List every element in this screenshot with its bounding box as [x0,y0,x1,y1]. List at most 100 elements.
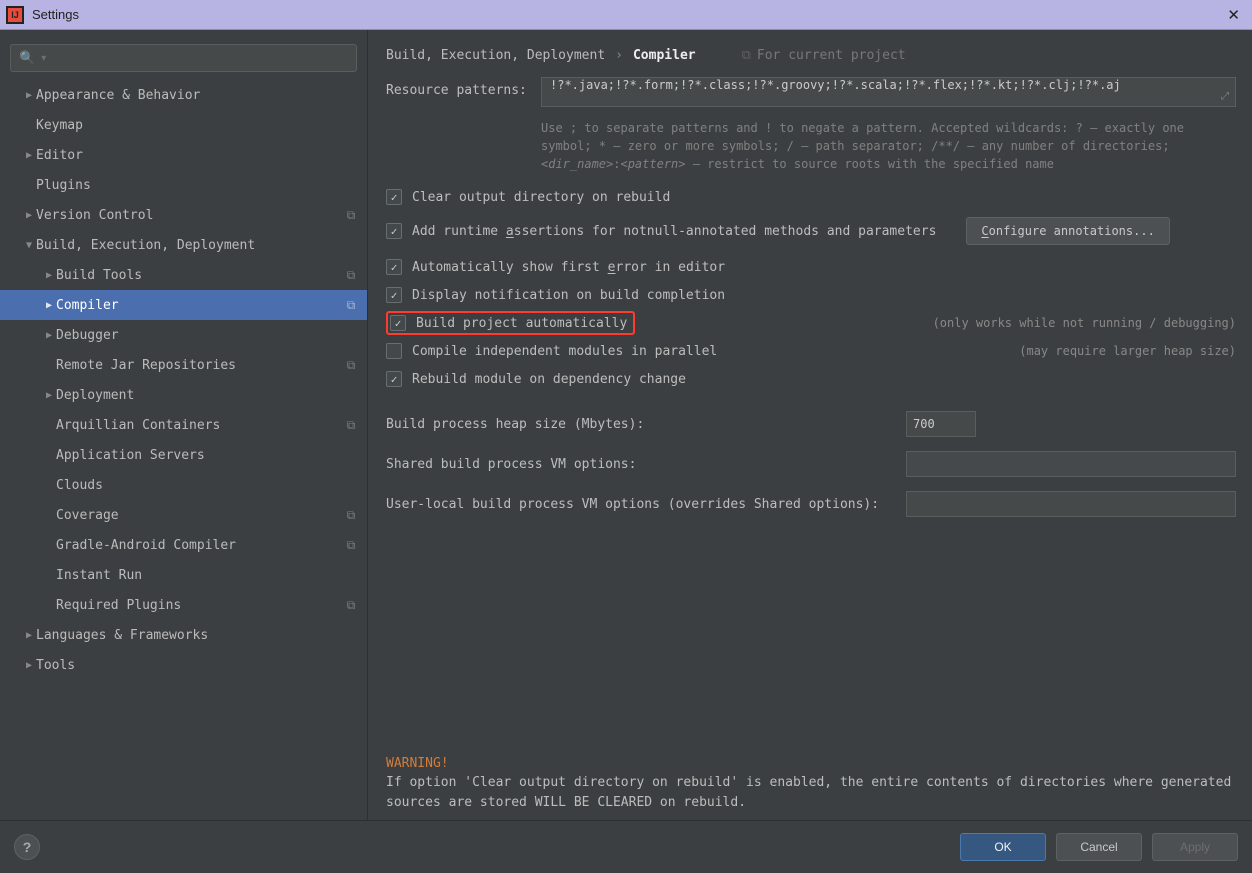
sidebar-item-instant-run[interactable]: Instant Run [0,560,367,590]
runtime-assertions-checkbox[interactable] [386,223,402,239]
display-notification-checkbox[interactable] [386,287,402,303]
clear-output-label: Clear output directory on rebuild [412,190,670,205]
sidebar-item-label: Remote Jar Repositories [56,358,343,373]
sidebar-item-label: Deployment [56,388,359,403]
sidebar-item-clouds[interactable]: Clouds [0,470,367,500]
sidebar-item-label: Debugger [56,328,359,343]
sidebar-item-label: Required Plugins [56,598,343,613]
sidebar-item-label: Coverage [56,508,343,523]
user-vm-input[interactable] [906,491,1236,517]
display-notification-label: Display notification on build completion [412,288,725,303]
settings-tree: ▶Appearance & BehaviorKeymap▶EditorPlugi… [0,80,367,680]
auto-first-error-label: Automatically show first error in editor [412,260,725,275]
auto-first-error-checkbox[interactable] [386,259,402,275]
sidebar-item-debugger[interactable]: ▶Debugger [0,320,367,350]
sidebar-item-coverage[interactable]: Coverage⧉ [0,500,367,530]
shared-vm-input[interactable] [906,451,1236,477]
tree-arrow-icon: ▶ [42,300,56,311]
sidebar-item-compiler[interactable]: ▶Compiler⧉ [0,290,367,320]
tree-arrow-icon: ▶ [42,330,56,341]
project-scope-icon: ⧉ [343,597,359,613]
search-input[interactable]: 🔍 ▾ [10,44,357,72]
sidebar-item-deployment[interactable]: ▶Deployment [0,380,367,410]
breadcrumb: Build, Execution, Deployment › Compiler … [386,48,1236,63]
sidebar-item-appearance-behavior[interactable]: ▶Appearance & Behavior [0,80,367,110]
sidebar-item-remote-jar-repositories[interactable]: Remote Jar Repositories⧉ [0,350,367,380]
close-icon[interactable]: ✕ [1221,6,1246,24]
sidebar-item-label: Application Servers [56,448,359,463]
sidebar-item-editor[interactable]: ▶Editor [0,140,367,170]
sidebar-item-required-plugins[interactable]: Required Plugins⧉ [0,590,367,620]
resource-patterns-hint: Use ; to separate patterns and ! to nega… [386,119,1236,173]
search-icon: 🔍 [19,50,35,66]
breadcrumb-part: Build, Execution, Deployment [386,48,605,63]
app-icon: IJ [6,6,24,24]
build-automatically-highlight: Build project automatically [386,311,635,335]
expand-field-icon[interactable]: ⤢ [1221,91,1229,102]
project-scope-label: For current project [757,48,906,63]
window-title: Settings [32,7,79,22]
heap-size-label: Build process heap size (Mbytes): [386,417,644,432]
user-vm-label: User-local build process VM options (ove… [386,497,879,512]
resource-patterns-value: !?*.java;!?*.form;!?*.class;!?*.groovy;!… [550,78,1121,92]
help-button[interactable]: ? [14,834,40,860]
breadcrumb-separator: › [611,48,627,63]
tree-arrow-icon: ▶ [42,390,56,401]
sidebar-item-plugins[interactable]: Plugins [0,170,367,200]
build-automatically-checkbox[interactable] [390,315,406,331]
cancel-button[interactable]: Cancel [1056,833,1142,861]
project-scope-icon: ⧉ [343,507,359,523]
sidebar-item-label: Arquillian Containers [56,418,343,433]
compile-parallel-label: Compile independent modules in parallel [412,344,717,359]
project-scope-icon: ⧉ [343,357,359,373]
ok-button[interactable]: OK [960,833,1046,861]
tree-arrow-icon: ▶ [22,150,36,161]
sidebar-item-build-execution-deployment[interactable]: ▼Build, Execution, Deployment [0,230,367,260]
build-automatically-label: Build project automatically [416,316,627,331]
resource-patterns-input[interactable]: !?*.java;!?*.form;!?*.class;!?*.groovy;!… [541,77,1236,107]
sidebar-item-languages-frameworks[interactable]: ▶Languages & Frameworks [0,620,367,650]
sidebar-item-label: Tools [36,658,359,673]
dialog-button-bar: ? OK Cancel Apply [0,820,1252,872]
sidebar-item-version-control[interactable]: ▶Version Control⧉ [0,200,367,230]
sidebar-item-label: Instant Run [56,568,359,583]
tree-arrow-icon: ▶ [22,660,36,671]
project-scope-icon: ⧉ [742,48,751,63]
clear-output-checkbox[interactable] [386,189,402,205]
sidebar-item-label: Clouds [56,478,359,493]
resource-patterns-label: Resource patterns: [386,77,541,98]
compile-parallel-checkbox[interactable] [386,343,402,359]
sidebar-item-label: Build Tools [56,268,343,283]
sidebar-item-label: Version Control [36,208,343,223]
configure-annotations-button[interactable]: Configure annotations... [966,217,1169,245]
sidebar-item-tools[interactable]: ▶Tools [0,650,367,680]
sidebar-item-keymap[interactable]: Keymap [0,110,367,140]
chevron-down-icon: ▾ [41,53,46,64]
shared-vm-label: Shared build process VM options: [386,457,636,472]
sidebar-item-label: Editor [36,148,359,163]
warning-title: WARNING! [386,754,1236,774]
warning-body: If option 'Clear output directory on reb… [386,773,1236,812]
sidebar-item-label: Plugins [36,178,359,193]
project-scope-icon: ⧉ [343,207,359,223]
tree-arrow-icon: ▶ [42,270,56,281]
apply-button[interactable]: Apply [1152,833,1238,861]
dialog-content: 🔍 ▾ ▶Appearance & BehaviorKeymap▶EditorP… [0,30,1252,820]
sidebar-item-label: Build, Execution, Deployment [36,238,359,253]
project-scope-icon: ⧉ [343,537,359,553]
rebuild-dependency-label: Rebuild module on dependency change [412,372,686,387]
sidebar: 🔍 ▾ ▶Appearance & BehaviorKeymap▶EditorP… [0,30,368,820]
project-scope-icon: ⧉ [343,297,359,313]
sidebar-item-gradle-android-compiler[interactable]: Gradle-Android Compiler⧉ [0,530,367,560]
sidebar-item-label: Keymap [36,118,359,133]
rebuild-dependency-checkbox[interactable] [386,371,402,387]
runtime-assertions-label: Add runtime assertions for notnull-annot… [412,224,936,239]
titlebar: IJ Settings ✕ [0,0,1252,30]
sidebar-item-application-servers[interactable]: Application Servers [0,440,367,470]
heap-size-input[interactable] [906,411,976,437]
compile-parallel-note: (may require larger heap size) [1019,344,1236,358]
sidebar-item-label: Languages & Frameworks [36,628,359,643]
sidebar-item-arquillian-containers[interactable]: Arquillian Containers⧉ [0,410,367,440]
tree-arrow-icon: ▶ [22,630,36,641]
sidebar-item-build-tools[interactable]: ▶Build Tools⧉ [0,260,367,290]
